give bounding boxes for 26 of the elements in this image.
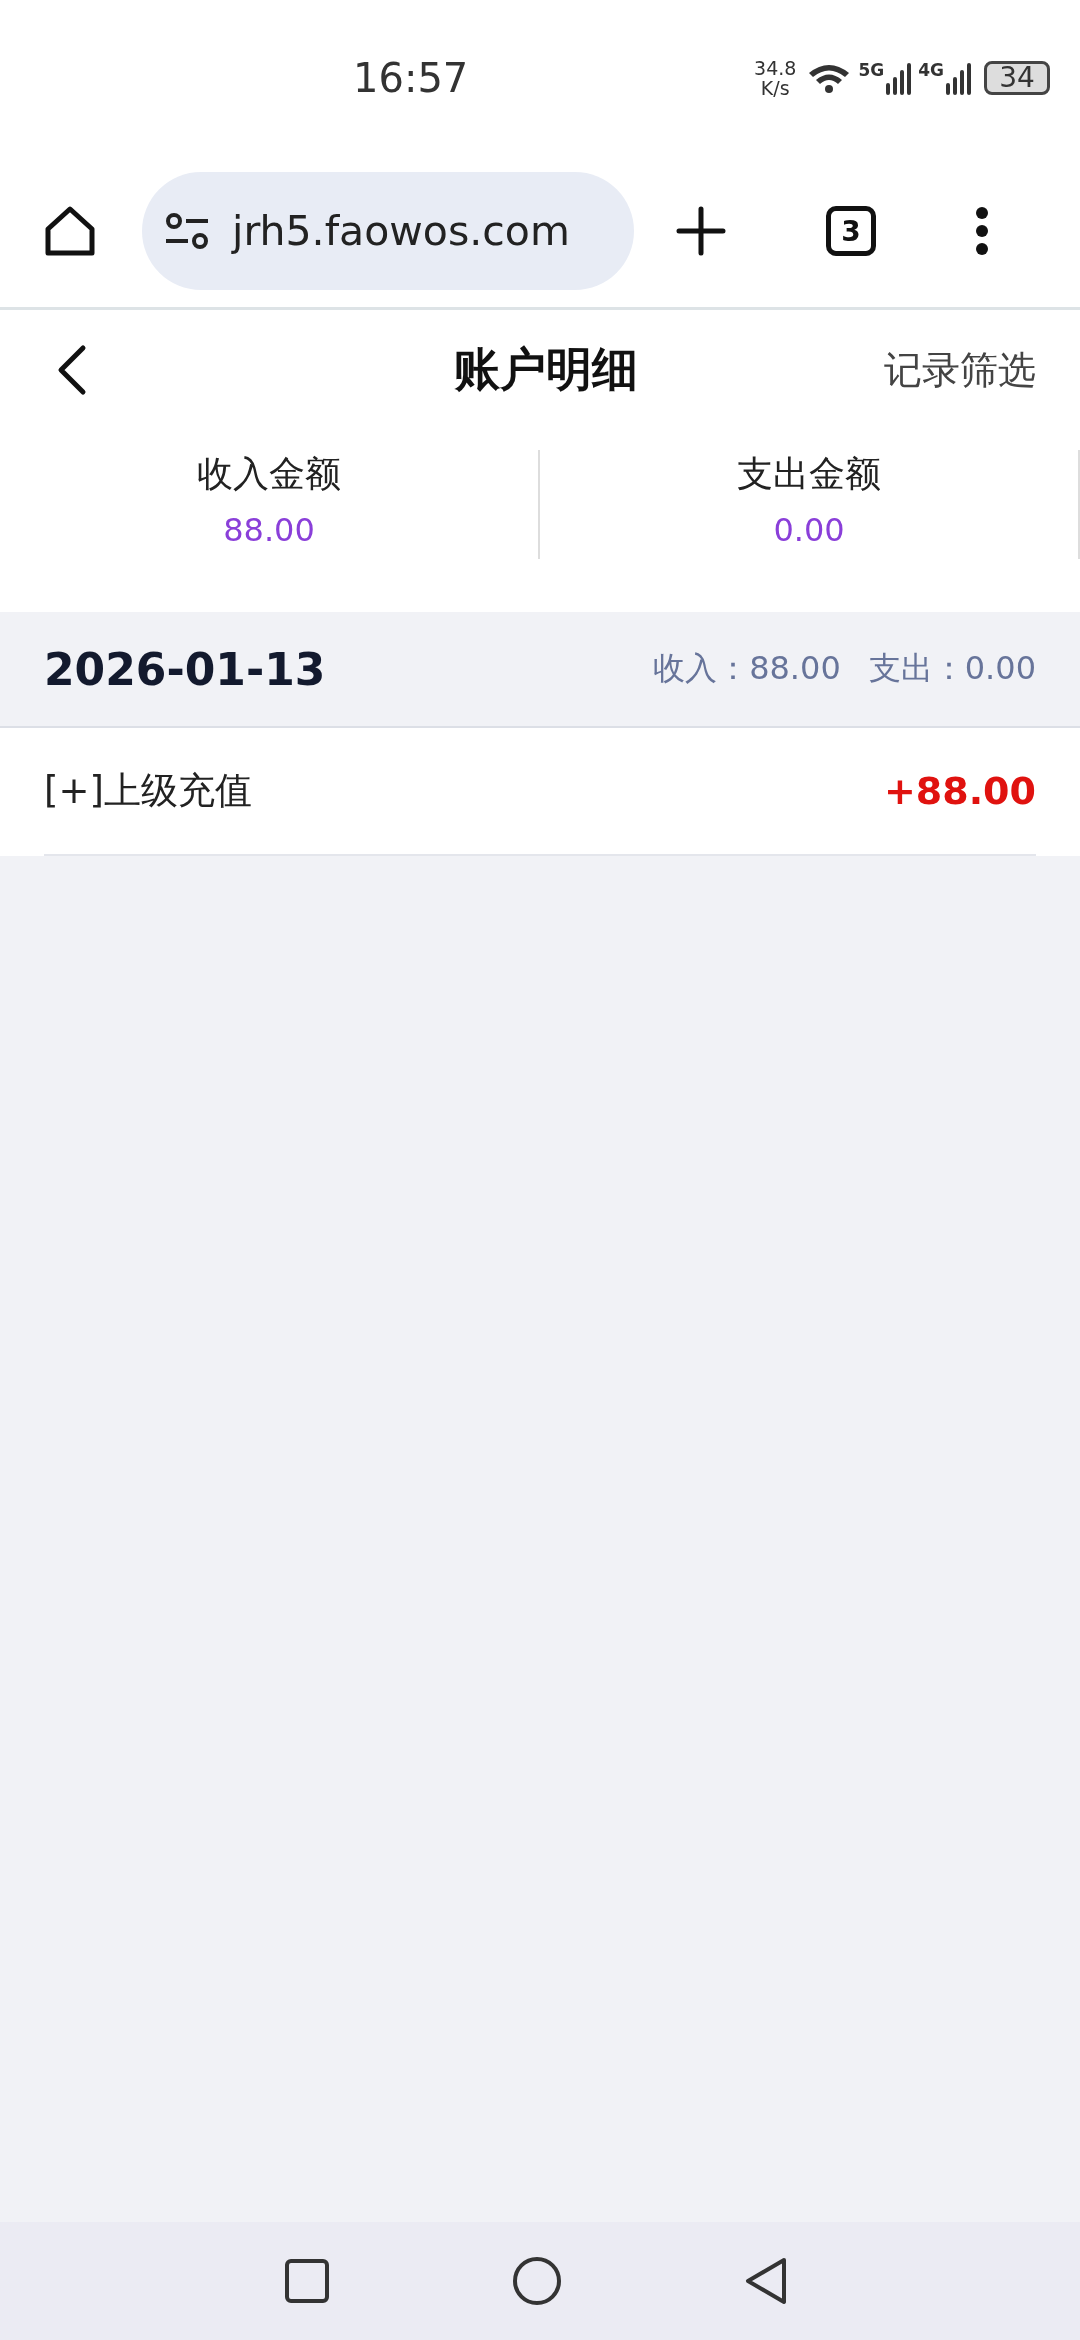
signal-icon bbox=[946, 60, 972, 95]
income-total: 收入：88.00 bbox=[653, 648, 841, 689]
back-button-icon[interactable] bbox=[744, 2256, 788, 2306]
filter-button[interactable]: 记录筛选 bbox=[884, 344, 1036, 396]
clock-time: 16:57 bbox=[353, 54, 469, 101]
summary-label: 收入金额 bbox=[197, 452, 341, 496]
summary-label: 支出金额 bbox=[737, 452, 881, 496]
summary-value: 0.00 bbox=[773, 511, 845, 549]
date-heading: 2026-01-13 bbox=[44, 643, 326, 695]
signal-icon bbox=[886, 60, 913, 95]
record-title: [+]上级充值 bbox=[44, 768, 252, 814]
network-label: 4G bbox=[918, 59, 944, 80]
summary-value: 88.00 bbox=[223, 511, 315, 549]
more-options-icon[interactable] bbox=[974, 206, 990, 256]
battery-indicator: 34 bbox=[984, 60, 1050, 95]
network-speed: 34.8 K/s bbox=[754, 57, 797, 98]
site-settings-icon[interactable] bbox=[164, 211, 210, 251]
record-amount: +88.00 bbox=[883, 769, 1036, 813]
recent-apps-icon[interactable] bbox=[284, 2258, 330, 2304]
expense-total: 支出：0.00 bbox=[868, 648, 1036, 689]
page-title: 账户明细 bbox=[453, 341, 638, 398]
home-button-icon[interactable] bbox=[512, 2256, 562, 2306]
address-bar[interactable]: jrh5.faowos.com bbox=[142, 172, 634, 290]
new-tab-icon[interactable] bbox=[676, 206, 726, 256]
network-label: 5G bbox=[858, 59, 885, 80]
tab-switcher-button[interactable]: 3 bbox=[826, 206, 876, 256]
